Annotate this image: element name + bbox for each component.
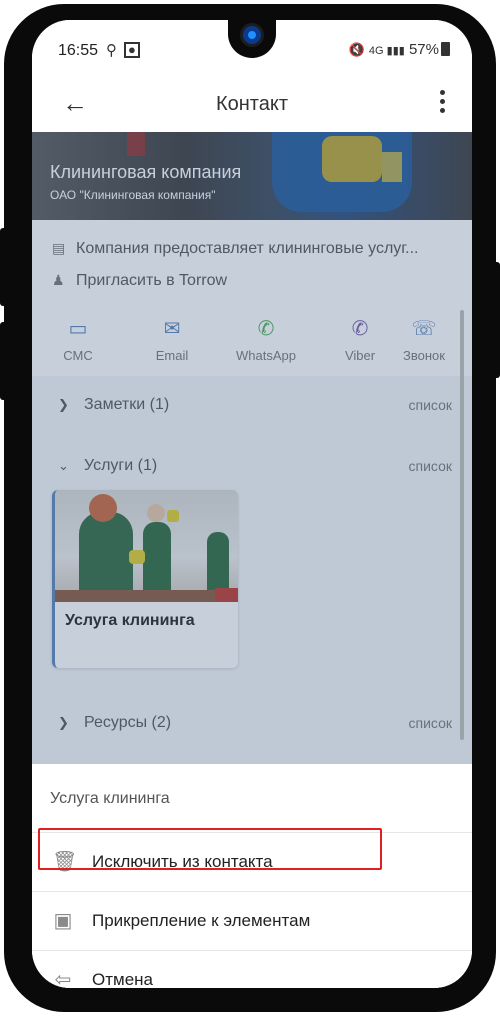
phone-power-button: [492, 262, 500, 378]
cancel-item[interactable]: ⇦ Отмена: [32, 951, 472, 988]
modal-scrim[interactable]: [32, 132, 472, 764]
app-bar: ← Контакт: [32, 76, 472, 132]
battery-level: 57%: [408, 41, 439, 58]
phone-screen: 16:55 ⚲ ● 🔇 4G ▮▮▮ 57% ← Контакт Клининг…: [32, 20, 472, 988]
bottom-sheet: Услуга клининга 🗑 Исключить из контакта …: [32, 764, 472, 988]
attach-icon: ▣: [53, 910, 73, 932]
menu-item-label: Отмена: [92, 970, 153, 988]
page-title: Контакт: [215, 93, 288, 115]
menu-item-label: Прикрепление к элементам: [92, 911, 311, 930]
undo-icon: ⇦: [54, 969, 72, 988]
phone-side-button: [0, 228, 8, 306]
mute-icon: 🔇: [348, 42, 365, 57]
more-menu-icon[interactable]: [440, 90, 446, 117]
battery-icon: [441, 42, 450, 56]
signal-icon: 4G ▮▮▮: [368, 45, 405, 57]
search-icon: ⚲: [106, 42, 117, 59]
sheet-title: Услуга клининга: [50, 790, 170, 807]
front-camera: [228, 20, 276, 58]
highlight-box: [38, 828, 382, 870]
notification-icon: ●: [124, 42, 140, 58]
phone-side-button: [0, 322, 8, 400]
status-right: 🔇 4G ▮▮▮ 57%: [349, 41, 450, 58]
attach-to-elements-item[interactable]: ▣ Прикрепление к элементам: [32, 892, 472, 950]
status-time: 16:55: [58, 42, 99, 59]
scrollbar[interactable]: [460, 310, 464, 740]
status-bar: 16:55 ⚲ ● 🔇 4G ▮▮▮ 57%: [32, 20, 472, 76]
